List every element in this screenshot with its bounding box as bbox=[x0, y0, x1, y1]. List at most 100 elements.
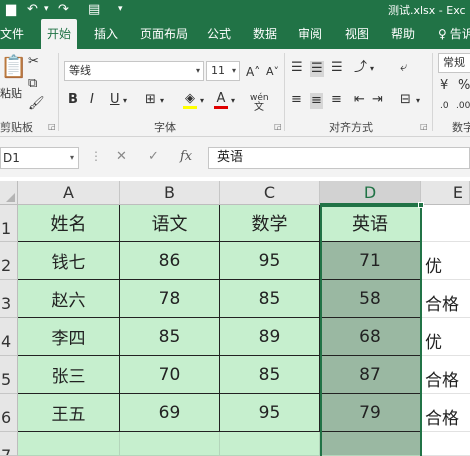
row-header-4[interactable]: 4 bbox=[0, 318, 18, 356]
cancel-icon[interactable]: ✕ bbox=[116, 149, 127, 164]
row-header-1[interactable]: 1 bbox=[0, 205, 18, 242]
align-bottom-icon[interactable]: ☰ bbox=[331, 61, 343, 75]
font-launcher-icon[interactable]: ◲ bbox=[274, 122, 282, 131]
cell-d2[interactable]: 71 bbox=[320, 242, 421, 280]
cell-d5[interactable]: 87 bbox=[320, 356, 421, 394]
underline-button[interactable]: U bbox=[110, 93, 120, 107]
form-icon[interactable]: ▤ bbox=[88, 1, 100, 18]
cell-a2[interactable]: 钱七 bbox=[18, 242, 120, 280]
cell-e5[interactable]: 合格 bbox=[421, 356, 470, 394]
percent-icon[interactable]: % bbox=[458, 79, 470, 93]
enter-icon[interactable]: ✓ bbox=[148, 149, 159, 164]
formula-input[interactable]: 英语 bbox=[208, 147, 470, 169]
align-left-icon[interactable]: ≡ bbox=[291, 93, 302, 107]
tab-file[interactable]: 文件 bbox=[0, 19, 24, 49]
column-header-c[interactable]: C bbox=[220, 181, 320, 205]
chevron-down-icon[interactable]: ▾ bbox=[231, 94, 235, 108]
cell-d7[interactable] bbox=[320, 432, 421, 456]
cell-c1[interactable]: 数学 bbox=[220, 205, 320, 242]
tab-page-layout[interactable]: 页面布局 bbox=[140, 19, 188, 49]
grow-font-icon[interactable]: A˄ bbox=[246, 65, 260, 79]
cell-b1[interactable]: 语文 bbox=[120, 205, 220, 242]
cell-c2[interactable]: 95 bbox=[220, 242, 320, 280]
tab-home[interactable]: 开始 bbox=[41, 19, 78, 49]
cell-d1[interactable]: 英语 bbox=[320, 205, 421, 242]
shrink-font-icon[interactable]: A˅ bbox=[266, 65, 279, 79]
column-header-d[interactable]: D bbox=[320, 181, 421, 205]
chevron-down-icon[interactable]: ▾ bbox=[200, 94, 204, 108]
cell-e4[interactable]: 优 bbox=[421, 318, 470, 356]
alignment-launcher-icon[interactable]: ◲ bbox=[420, 122, 428, 131]
cell-c3[interactable]: 85 bbox=[220, 280, 320, 318]
cell-c5[interactable]: 85 bbox=[220, 356, 320, 394]
tab-view[interactable]: 视图 bbox=[345, 19, 369, 49]
name-box[interactable]: D1 ▾ bbox=[0, 147, 79, 169]
redo-icon[interactable]: ↷ bbox=[58, 1, 69, 18]
undo-dropdown-icon[interactable]: ▾ bbox=[44, 1, 49, 18]
increase-indent-icon[interactable]: ⇥ bbox=[372, 93, 383, 107]
row-header-5[interactable]: 5 bbox=[0, 356, 18, 394]
cell-a5[interactable]: 张三 bbox=[18, 356, 120, 394]
paste-icon[interactable]: 📋 bbox=[0, 57, 27, 79]
cell-a3[interactable]: 赵六 bbox=[18, 280, 120, 318]
align-top-icon[interactable]: ☰ bbox=[291, 61, 303, 75]
chevron-down-icon[interactable]: ▾ bbox=[160, 94, 164, 108]
borders-icon[interactable]: ⊞ bbox=[145, 93, 156, 107]
cell-e1[interactable] bbox=[421, 205, 470, 242]
tab-formulas[interactable]: 公式 bbox=[207, 19, 231, 49]
cell-b5[interactable]: 70 bbox=[120, 356, 220, 394]
tell-me[interactable]: ♀ 告诉 bbox=[438, 19, 470, 49]
bold-button[interactable]: B bbox=[68, 93, 78, 107]
wrap-text-icon[interactable]: ⤶ bbox=[400, 61, 407, 75]
row-header-7[interactable]: 7 bbox=[0, 432, 18, 456]
align-middle-icon[interactable]: ☰ bbox=[310, 61, 324, 77]
decrease-indent-icon[interactable]: ⇤ bbox=[354, 93, 365, 107]
column-header-b[interactable]: B bbox=[120, 181, 220, 205]
save-icon[interactable]: ▆ bbox=[6, 1, 16, 18]
merge-center-icon[interactable]: ⊟ bbox=[400, 93, 411, 107]
select-all-button[interactable] bbox=[0, 181, 18, 205]
cell-e7[interactable] bbox=[421, 432, 470, 456]
copy-icon[interactable]: ⧉ bbox=[28, 77, 37, 91]
cut-icon[interactable]: ✂ bbox=[28, 55, 39, 69]
cell-b2[interactable]: 86 bbox=[120, 242, 220, 280]
font-color-icon[interactable]: A bbox=[214, 92, 228, 109]
number-format-select[interactable]: 常规 bbox=[438, 53, 470, 73]
font-size-select[interactable]: 11 ▾ bbox=[206, 61, 240, 81]
fill-color-icon[interactable]: ◈ bbox=[183, 92, 197, 109]
align-right-icon[interactable]: ≡ bbox=[331, 93, 342, 107]
cell-a6[interactable]: 王五 bbox=[18, 394, 120, 432]
cell-e2[interactable]: 优 bbox=[421, 242, 470, 280]
cell-b3[interactable]: 78 bbox=[120, 280, 220, 318]
chevron-down-icon[interactable]: ▾ bbox=[416, 94, 420, 108]
tab-data[interactable]: 数据 bbox=[253, 19, 277, 49]
cell-b4[interactable]: 85 bbox=[120, 318, 220, 356]
row-header-2[interactable]: 2 bbox=[0, 242, 18, 280]
cell-e3[interactable]: 合格 bbox=[421, 280, 470, 318]
align-center-icon[interactable]: ≡ bbox=[310, 93, 323, 109]
fill-handle[interactable] bbox=[418, 202, 424, 208]
column-header-a[interactable]: A bbox=[18, 181, 120, 205]
cell-d6[interactable]: 79 bbox=[320, 394, 421, 432]
chevron-down-icon[interactable]: ▾ bbox=[123, 94, 127, 108]
tab-insert[interactable]: 插入 bbox=[94, 19, 118, 49]
undo-icon[interactable]: ↶ bbox=[27, 1, 38, 18]
decrease-decimal-icon[interactable]: .00 bbox=[456, 99, 470, 113]
cell-b7[interactable] bbox=[120, 432, 220, 456]
customize-qat-icon[interactable]: ▾ bbox=[118, 1, 123, 18]
orientation-icon[interactable]: ⤴ bbox=[354, 61, 367, 75]
italic-button[interactable]: I bbox=[90, 93, 94, 107]
column-header-e[interactable]: E bbox=[421, 181, 470, 205]
clipboard-launcher-icon[interactable]: ◲ bbox=[48, 122, 56, 131]
chevron-down-icon[interactable]: ▾ bbox=[370, 62, 374, 76]
format-painter-icon[interactable]: 🖌 bbox=[28, 97, 45, 111]
cell-a4[interactable]: 李四 bbox=[18, 318, 120, 356]
cell-c4[interactable]: 89 bbox=[220, 318, 320, 356]
cell-a1[interactable]: 姓名 bbox=[18, 205, 120, 242]
tab-help[interactable]: 帮助 bbox=[391, 19, 415, 49]
row-header-3[interactable]: 3 bbox=[0, 280, 18, 318]
font-name-select[interactable]: 等线 ▾ bbox=[64, 61, 204, 81]
cell-d3[interactable]: 58 bbox=[320, 280, 421, 318]
increase-decimal-icon[interactable]: .0 bbox=[440, 99, 449, 113]
cell-a7[interactable] bbox=[18, 432, 120, 456]
